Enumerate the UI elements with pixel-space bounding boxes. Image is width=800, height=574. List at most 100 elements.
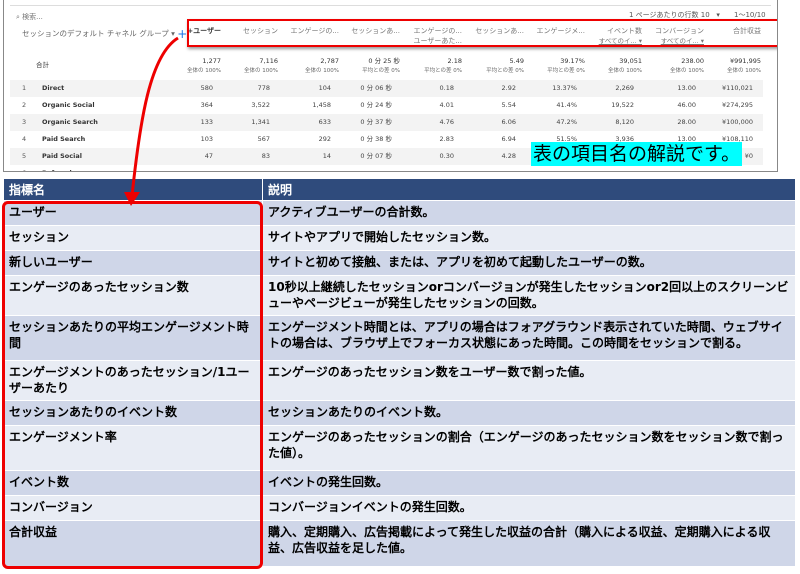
total-sub: 全体の 100% xyxy=(187,68,221,74)
metric-cell: ¥0 xyxy=(744,152,753,160)
metric-cell: 0 分 24 秒 xyxy=(360,101,392,109)
definition-row: セッションあたりの平均エンゲージメント時間 エンゲージメント時間とは、アプリの場合… xyxy=(3,315,796,361)
metric-name: 新しいユーザー xyxy=(3,250,263,276)
table-row[interactable]: 6 Referral xyxy=(10,165,763,171)
definition-row: コンバージョン コンバージョンイベントの発生回数。 xyxy=(3,495,796,521)
metric-cell: 778 xyxy=(257,84,270,92)
definition-row: セッション サイトやアプリで開始したセッション数。 xyxy=(3,225,796,251)
metric-cell: 47.2% xyxy=(556,118,577,126)
metric-description: エンゲージメント時間とは、アプリの場合はフォアグラウンド表示されていた時間、ウェ… xyxy=(262,315,796,361)
metric-cell: 19,522 xyxy=(611,101,634,109)
metric-cell: 0 分 37 秒 xyxy=(360,118,392,126)
table-row[interactable]: 2 Organic Social 364 3,522 1,458 0 分 24 秒 4.01… xyxy=(10,97,763,114)
metric-cell: 13.37% xyxy=(552,84,577,92)
metric-cell: 5.54 xyxy=(501,101,516,109)
metric-cell: 103 xyxy=(200,135,213,143)
total-cell: 5.49 平均との差 0% xyxy=(486,56,524,76)
definition-row: 新しいユーザー サイトと初めて接触、または、アプリを初めて起動したユーザーの数。 xyxy=(3,250,796,276)
definition-row: エンゲージのあったセッション数 10秒以上継続したセッションorコンバージョンが発… xyxy=(3,275,796,316)
total-value: 7,116 xyxy=(259,57,278,65)
channel-name: Paid Social xyxy=(42,152,82,160)
total-cell: 7,116 全体の 100% xyxy=(244,56,278,76)
metric-cell: 41.4% xyxy=(556,101,577,109)
metric-name: エンゲージメント率 xyxy=(3,425,263,471)
header-metric-name: 指標名 xyxy=(3,178,263,201)
callout-label: 表の項目名の解説です。 xyxy=(531,142,743,166)
total-sub: 全体の 100% xyxy=(305,68,339,74)
rows-per-page-label: 1 ページあたりの行数 xyxy=(629,11,699,19)
total-sub: 平均との差 0% xyxy=(362,68,400,74)
metric-name: イベント数 xyxy=(3,470,263,496)
metric-cell: ¥100,000 xyxy=(721,118,753,126)
total-cell: 39,051 全体の 100% xyxy=(608,56,642,76)
header-highlight-box xyxy=(187,19,777,47)
metric-name: エンゲージメントのあったセッション/1ユーザーあたり xyxy=(3,360,263,401)
total-value: 5.49 xyxy=(509,57,524,65)
metric-cell: 47 xyxy=(204,152,213,160)
totals-label: 合計 xyxy=(36,61,49,69)
total-sub: 全体の 100% xyxy=(608,68,642,74)
channel-name: Organic Search xyxy=(42,118,98,126)
metric-description: セッションあたりのイベント数。 xyxy=(262,400,796,426)
metric-name: セッション xyxy=(3,225,263,251)
metric-name: セッションあたりのイベント数 xyxy=(3,400,263,426)
analytics-report-screenshot: ⌕ 検索... 1 ページあたりの行数 10 ▾ 1～10/10 セッションのデ… xyxy=(3,0,778,172)
row-index: 3 xyxy=(22,118,27,126)
metric-cell: 2.83 xyxy=(439,135,454,143)
table-row[interactable]: 3 Organic Search 133 1,341 633 0 分 37 秒 4.76 6.… xyxy=(10,114,763,131)
total-value: ¥991,995 xyxy=(729,57,761,65)
channel-name: Paid Search xyxy=(42,135,86,143)
total-cell: 2.18 平均との差 0% xyxy=(424,56,462,76)
metric-name: 合計収益 xyxy=(3,520,263,567)
total-sub: 平均との差 0% xyxy=(424,68,462,74)
total-value: 0 分 25 秒 xyxy=(368,57,400,65)
metric-cell: 83 xyxy=(261,152,270,160)
search-input[interactable]: ⌕ 検索... xyxy=(16,12,43,22)
metric-cell: 3,522 xyxy=(251,101,270,109)
total-cell: 0 分 25 秒平均との差 0% xyxy=(362,56,400,76)
total-value: 2.18 xyxy=(447,57,462,65)
metric-cell: 0.18 xyxy=(439,84,454,92)
metric-cell: 4.01 xyxy=(439,101,454,109)
metric-description: エンゲージのあったセッションの割合（エンゲージのあったセッション数をセッション数… xyxy=(262,425,796,471)
total-cell: 2,787 全体の 100% xyxy=(305,56,339,76)
metric-name: コンバージョン xyxy=(3,495,263,521)
metric-cell: 8,120 xyxy=(615,118,634,126)
total-sub: 全体の 100% xyxy=(727,68,761,74)
total-sub: 全体の 100% xyxy=(670,68,704,74)
definitions-table: 指標名 説明 ユーザー アクティブユーザーの合計数。 セッション サイトやアプリで開始… xyxy=(3,178,796,567)
channel-name: Direct xyxy=(42,84,65,92)
metric-description: サイトと初めて接触、または、アプリを初めて起動したユーザーの数。 xyxy=(262,250,796,276)
definition-row: エンゲージメント率 エンゲージのあったセッションの割合（エンゲージのあったセッショ… xyxy=(3,425,796,471)
table-row[interactable]: 1 Direct 580 778 104 0 分 06 秒 0.18 2.92 13.37% 2,… xyxy=(10,80,763,97)
metric-description: 10秒以上継続したセッションorコンバージョンが発生したセッションor2回以上の… xyxy=(262,275,796,316)
metric-description: 購入、定期購入、広告掲載によって発生した収益の合計（購入による収益、定期購入によ… xyxy=(262,520,796,567)
metric-description: コンバージョンイベントの発生回数。 xyxy=(262,495,796,521)
dimension-header[interactable]: セッションのデフォルト チャネル グループ ▾ + xyxy=(22,27,187,41)
metric-cell: 6.06 xyxy=(501,118,516,126)
metric-description: エンゲージのあったセッション数をユーザー数で割った値。 xyxy=(262,360,796,401)
metric-cell: 580 xyxy=(200,84,213,92)
rows-per-page-select[interactable]: 10 xyxy=(701,11,710,19)
metric-name: エンゲージのあったセッション数 xyxy=(3,275,263,316)
metric-cell: 2.92 xyxy=(501,84,516,92)
metric-cell: 104 xyxy=(318,84,331,92)
metric-cell: 4.76 xyxy=(439,118,454,126)
add-dimension-icon[interactable]: + xyxy=(177,27,187,41)
row-index: 5 xyxy=(22,152,27,160)
channel-name: Referral xyxy=(42,165,72,171)
metric-cell: 364 xyxy=(200,101,213,109)
metric-cell: 2,269 xyxy=(615,84,634,92)
row-index: 6 xyxy=(22,165,26,171)
total-value: 1,277 xyxy=(202,57,221,65)
row-index: 2 xyxy=(22,101,27,109)
total-cell: ¥991,995 全体の 100% xyxy=(727,56,761,76)
header-description: 説明 xyxy=(262,178,796,201)
metric-cell: 133 xyxy=(200,118,213,126)
total-sub: 全体の 100% xyxy=(244,68,278,74)
metric-cell: 0 分 07 秒 xyxy=(360,152,392,160)
metric-description: イベントの発生回数。 xyxy=(262,470,796,496)
metric-description: アクティブユーザーの合計数。 xyxy=(262,200,796,226)
total-sub: 平均との差 0% xyxy=(547,68,585,74)
total-value: 238.00 xyxy=(681,57,704,65)
